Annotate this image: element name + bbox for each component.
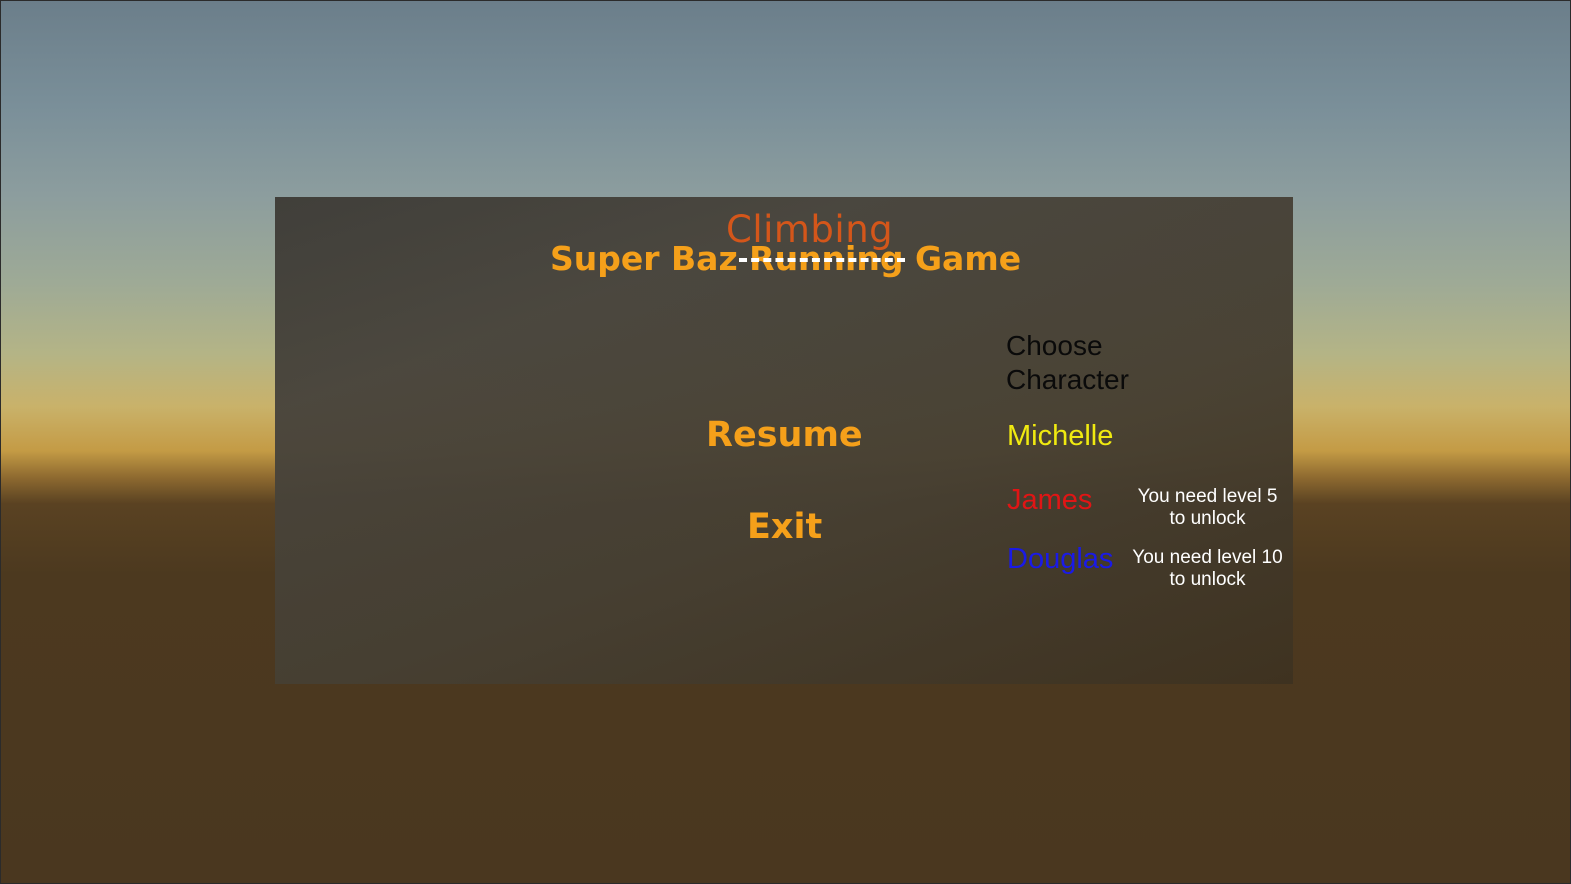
- resume-button[interactable]: Resume: [706, 415, 863, 455]
- title-suffix: Game: [903, 239, 1022, 278]
- character-option-michelle[interactable]: Michelle: [1007, 420, 1113, 453]
- james-unlock-requirement: You need level 5 to unlock: [1130, 486, 1285, 530]
- douglas-unlock-line1: You need level 10: [1132, 547, 1283, 568]
- douglas-unlock-line2: to unlock: [1169, 569, 1246, 590]
- douglas-unlock-requirement: You need level 10 to unlock: [1127, 547, 1288, 591]
- title-strikethrough-line: [739, 258, 905, 262]
- title-prefix: Super Baz: [550, 239, 750, 278]
- choose-character-heading: Choose Character: [1006, 330, 1129, 395]
- character-option-douglas[interactable]: Douglas: [1007, 543, 1113, 576]
- james-unlock-line2: to unlock: [1169, 508, 1246, 529]
- character-option-james[interactable]: James: [1007, 484, 1092, 517]
- james-unlock-line1: You need level 5: [1137, 486, 1278, 507]
- exit-button[interactable]: Exit: [747, 507, 822, 547]
